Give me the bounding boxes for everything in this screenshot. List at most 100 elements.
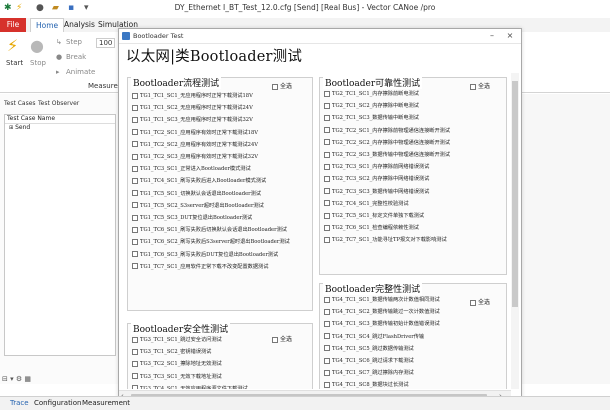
- break-button[interactable]: Break: [66, 53, 86, 61]
- table-row[interactable]: ⊞ Send: [5, 124, 115, 132]
- checkbox-icon[interactable]: [324, 296, 330, 303]
- checkbox-icon[interactable]: [470, 83, 476, 90]
- checkbox-icon[interactable]: [324, 188, 330, 195]
- test-item-checkbox[interactable]: TG2_TC1_SC2_内存擦除中断电测试: [324, 102, 419, 111]
- settings-icon[interactable]: ⚙: [16, 375, 22, 383]
- start-button[interactable]: Start: [6, 59, 23, 67]
- checkbox-icon[interactable]: [132, 202, 138, 209]
- checkbox-icon[interactable]: [324, 369, 330, 376]
- tab-test-observer[interactable]: Test Observer: [38, 100, 79, 107]
- test-item-checkbox[interactable]: TG4_TC1_SC3_数据传输初始计数值错误测试: [324, 320, 440, 329]
- test-item-checkbox[interactable]: TG2_TC2_SC1_内存擦除前物理通信连接断开测试: [324, 127, 450, 136]
- checkbox-icon[interactable]: [272, 336, 278, 343]
- test-item-checkbox[interactable]: TG2_TC5_SC1_标定文件单独下载测试: [324, 212, 424, 221]
- test-item-checkbox[interactable]: TG1_TC5_SC2_S3server超时退出Bootloader测试: [132, 202, 264, 211]
- test-item-checkbox[interactable]: TG1_TC1_SC1_无应用程序时正常下载测试18V: [132, 92, 253, 101]
- test-case-name-header[interactable]: Test Case Name: [5, 115, 115, 124]
- stop-button[interactable]: Stop: [30, 59, 46, 67]
- checkbox-icon[interactable]: [132, 226, 138, 233]
- test-item-checkbox[interactable]: TG1_TC2_SC1_应用程序有效时正常下载测试18V: [132, 129, 258, 138]
- test-item-checkbox[interactable]: TG2_TC6_SC1_检查编程依赖性测试: [324, 224, 419, 233]
- checkbox-icon[interactable]: [324, 127, 330, 134]
- test-item-checkbox[interactable]: TG4_TC1_SC4_跳过FlashDriver传输: [324, 333, 424, 342]
- checkbox-icon[interactable]: [132, 214, 138, 221]
- test-item-checkbox[interactable]: TG4_TC1_SC5_跳过数据传输测试: [324, 345, 414, 354]
- test-item-checkbox[interactable]: TG2_TC4_SC1_完整性校验测试: [324, 200, 409, 209]
- test-item-checkbox[interactable]: TG2_TC1_SC3_数据传输中断电测试: [324, 114, 419, 123]
- checkbox-icon[interactable]: [324, 139, 330, 146]
- test-item-checkbox[interactable]: TG4_TC1_SC1_数据传输两次计数值相同测试: [324, 296, 440, 305]
- tab-configuration[interactable]: Configuration: [34, 399, 81, 407]
- test-item-checkbox[interactable]: TG1_TC1_SC3_无应用程序时正常下载测试32V: [132, 116, 253, 125]
- tab-test-cases[interactable]: Test Cases: [4, 100, 36, 107]
- checkbox-icon[interactable]: [132, 165, 138, 172]
- test-item-checkbox[interactable]: TG4_TC1_SC2_数据传输跳过一次计数值测试: [324, 308, 440, 317]
- checkbox-icon[interactable]: [324, 224, 330, 231]
- checkbox-icon[interactable]: [324, 151, 330, 158]
- test-item-checkbox[interactable]: TG1_TC4_SC1_刷写失败后进入Bootloader模式测试: [132, 177, 266, 186]
- test-item-checkbox[interactable]: TG2_TC2_SC2_内存擦除中物理通信连接断开测试: [324, 139, 450, 148]
- test-item-checkbox[interactable]: TG1_TC5_SC1_切换默认会话退出Bootloader测试: [132, 190, 261, 199]
- test-item-checkbox[interactable]: TG3_TC3_SC1_无效下载地址测试: [132, 373, 222, 382]
- stop-icon[interactable]: ●: [30, 36, 44, 55]
- test-item-checkbox[interactable]: TG4_TC1_SC7_跳过擦除内存测试: [324, 369, 414, 378]
- checkbox-icon[interactable]: [132, 177, 138, 184]
- select-all-checkbox[interactable]: 全选: [470, 297, 490, 306]
- checkbox-icon[interactable]: [324, 333, 330, 340]
- test-item-checkbox[interactable]: TG2_TC3_SC2_内存擦除中网络错误测试: [324, 175, 429, 184]
- checkbox-icon[interactable]: [272, 83, 278, 90]
- checkbox-icon[interactable]: [132, 190, 138, 197]
- checkbox-icon[interactable]: [132, 153, 138, 160]
- checkbox-icon[interactable]: [324, 345, 330, 352]
- checkbox-icon[interactable]: [132, 336, 138, 343]
- checkbox-icon[interactable]: [132, 373, 138, 380]
- checkbox-icon[interactable]: [324, 200, 330, 207]
- scroll-thumb[interactable]: [512, 81, 518, 307]
- checkbox-icon[interactable]: [470, 299, 476, 306]
- test-item-checkbox[interactable]: TG1_TC6_SC3_刷写失败后DUT复位退出Bootloader测试: [132, 251, 278, 260]
- close-icon[interactable]: ×: [503, 31, 517, 40]
- checkbox-icon[interactable]: [324, 308, 330, 315]
- checkbox-icon[interactable]: [324, 212, 330, 219]
- checkbox-icon[interactable]: [132, 116, 138, 123]
- select-all-checkbox[interactable]: 全选: [272, 334, 292, 343]
- checkbox-icon[interactable]: [324, 102, 330, 109]
- dropdown-icon[interactable]: ▾: [10, 375, 14, 383]
- test-item-checkbox[interactable]: TG4_TC1_SC8_数据块过长测试: [324, 381, 409, 389]
- test-item-checkbox[interactable]: TG2_TC7_SC1_功能寻址TP报文对下载影响测试: [324, 236, 447, 245]
- checkbox-icon[interactable]: [132, 263, 138, 270]
- test-item-checkbox[interactable]: TG2_TC2_SC3_数据传输中物理通信连接断开测试: [324, 151, 450, 160]
- step-button[interactable]: Step: [66, 38, 82, 46]
- checkbox-icon[interactable]: [324, 175, 330, 182]
- checkbox-icon[interactable]: [324, 357, 330, 364]
- checkbox-icon[interactable]: [324, 381, 330, 388]
- test-item-checkbox[interactable]: TG1_TC3_SC1_正常进入Bootloader模式测试: [132, 165, 251, 174]
- test-item-checkbox[interactable]: TG1_TC7_SC1_应用软件正常下载不改变配置数据测试: [132, 263, 268, 272]
- checkbox-icon[interactable]: [324, 236, 330, 243]
- test-item-checkbox[interactable]: TG1_TC6_SC2_刷写失败后S3server超时退出Bootloader测…: [132, 238, 290, 247]
- layout-icon[interactable]: ▦: [24, 375, 31, 383]
- test-item-checkbox[interactable]: TG2_TC1_SC1_内存擦除前断电测试: [324, 90, 419, 99]
- checkbox-icon[interactable]: [324, 320, 330, 327]
- tab-measurement[interactable]: Measurement: [82, 399, 130, 407]
- tab-file[interactable]: File: [0, 18, 26, 32]
- checkbox-icon[interactable]: [324, 163, 330, 170]
- test-item-checkbox[interactable]: TG3_TC4_SC1_无效应用程序源文件下载测试: [132, 385, 248, 389]
- checkbox-icon[interactable]: [324, 90, 330, 97]
- test-item-checkbox[interactable]: TG1_TC1_SC2_无应用程序时正常下载测试24V: [132, 104, 253, 113]
- select-all-checkbox[interactable]: 全选: [470, 81, 490, 90]
- checkbox-icon[interactable]: [132, 129, 138, 136]
- test-item-checkbox[interactable]: TG1_TC5_SC3_DUT复位退出Bootloader测试: [132, 214, 252, 223]
- checkbox-icon[interactable]: [132, 385, 138, 389]
- filter-icon[interactable]: ⊟: [2, 375, 8, 383]
- checkbox-icon[interactable]: [132, 104, 138, 111]
- checkbox-icon[interactable]: [132, 360, 138, 367]
- checkbox-icon[interactable]: [132, 348, 138, 355]
- test-item-checkbox[interactable]: TG1_TC2_SC2_应用程序有效时正常下载测试24V: [132, 141, 258, 150]
- minimize-icon[interactable]: –: [485, 31, 499, 40]
- vertical-scrollbar[interactable]: [511, 73, 519, 389]
- checkbox-icon[interactable]: [132, 141, 138, 148]
- test-item-checkbox[interactable]: TG1_TC2_SC3_应用程序有效时正常下载测试32V: [132, 153, 258, 162]
- test-item-checkbox[interactable]: TG3_TC1_SC1_跳过安全访问测试: [132, 336, 222, 345]
- speed-input[interactable]: 100: [96, 38, 116, 48]
